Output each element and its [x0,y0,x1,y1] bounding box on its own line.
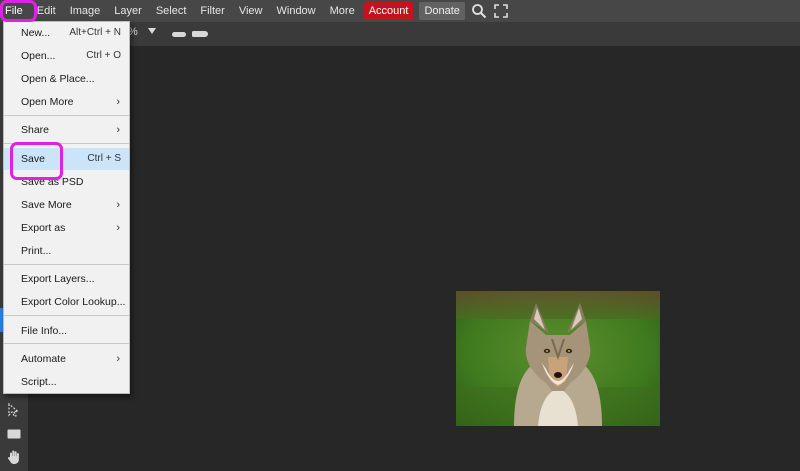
chevron-right-icon: › [116,96,120,108]
fullscreen-icon[interactable] [490,0,512,22]
menu-item-export-as[interactable]: Export as › [4,217,129,239]
menu-item-save-more[interactable]: Save More › [4,194,129,216]
menu-item-print[interactable]: Print... [4,240,129,262]
menu-divider [4,315,129,316]
brush-taper-icon[interactable] [192,31,208,37]
chevron-right-icon: › [116,124,120,136]
save-highlight-annotation [10,142,63,180]
donate-button[interactable]: Donate [419,2,465,20]
rectangle-shape-icon[interactable] [4,424,24,444]
chevron-right-icon: › [116,353,120,365]
menu-divider [4,264,129,265]
account-button[interactable]: Account [363,2,414,20]
chevron-right-icon: › [116,222,120,234]
file-menu-highlight-annotation [0,0,37,22]
menu-item-open-more[interactable]: Open More › [4,91,129,113]
menubar: File Edit Image Layer Select Filter View… [0,0,800,22]
chevron-right-icon: › [116,199,120,211]
menu-image[interactable]: Image [63,0,108,22]
menu-item-export-color-lookup[interactable]: Export Color Lookup... [4,291,129,313]
coyote-photo [456,291,660,426]
brush-soft-icon[interactable] [172,32,186,37]
menu-item-file-info[interactable]: File Info... [4,320,129,342]
search-icon[interactable] [468,0,490,22]
menu-divider [4,115,129,116]
menu-item-export-layers[interactable]: Export Layers... [4,268,129,290]
file-menu-dropdown: New... Alt+Ctrl + N Open... Ctrl + O Ope… [3,21,130,394]
menu-item-new[interactable]: New... Alt+Ctrl + N [4,22,129,44]
menu-more[interactable]: More [323,0,362,22]
menu-item-open-and-place[interactable]: Open & Place... [4,68,129,90]
shortcut-save: Ctrl + S [87,153,121,164]
hand-icon[interactable] [4,447,24,467]
menu-view[interactable]: View [232,0,270,22]
chevron-down-icon[interactable] [148,28,156,34]
menu-item-script[interactable]: Script... [4,371,129,393]
menu-layer[interactable]: Layer [107,0,149,22]
menu-window[interactable]: Window [270,0,323,22]
menu-item-automate[interactable]: Automate › [4,348,129,370]
app-window: File Edit Image Layer Select Filter View… [0,0,800,471]
menu-item-share[interactable]: Share › [4,119,129,141]
menu-divider [4,343,129,344]
menu-filter[interactable]: Filter [193,0,231,22]
menu-select[interactable]: Select [149,0,194,22]
shortcut-new: Alt+Ctrl + N [69,27,121,38]
canvas-image[interactable] [456,291,660,426]
menu-item-open[interactable]: Open... Ctrl + O [4,45,129,67]
lasso-select-icon[interactable] [4,400,24,420]
shortcut-open: Ctrl + O [86,50,121,61]
